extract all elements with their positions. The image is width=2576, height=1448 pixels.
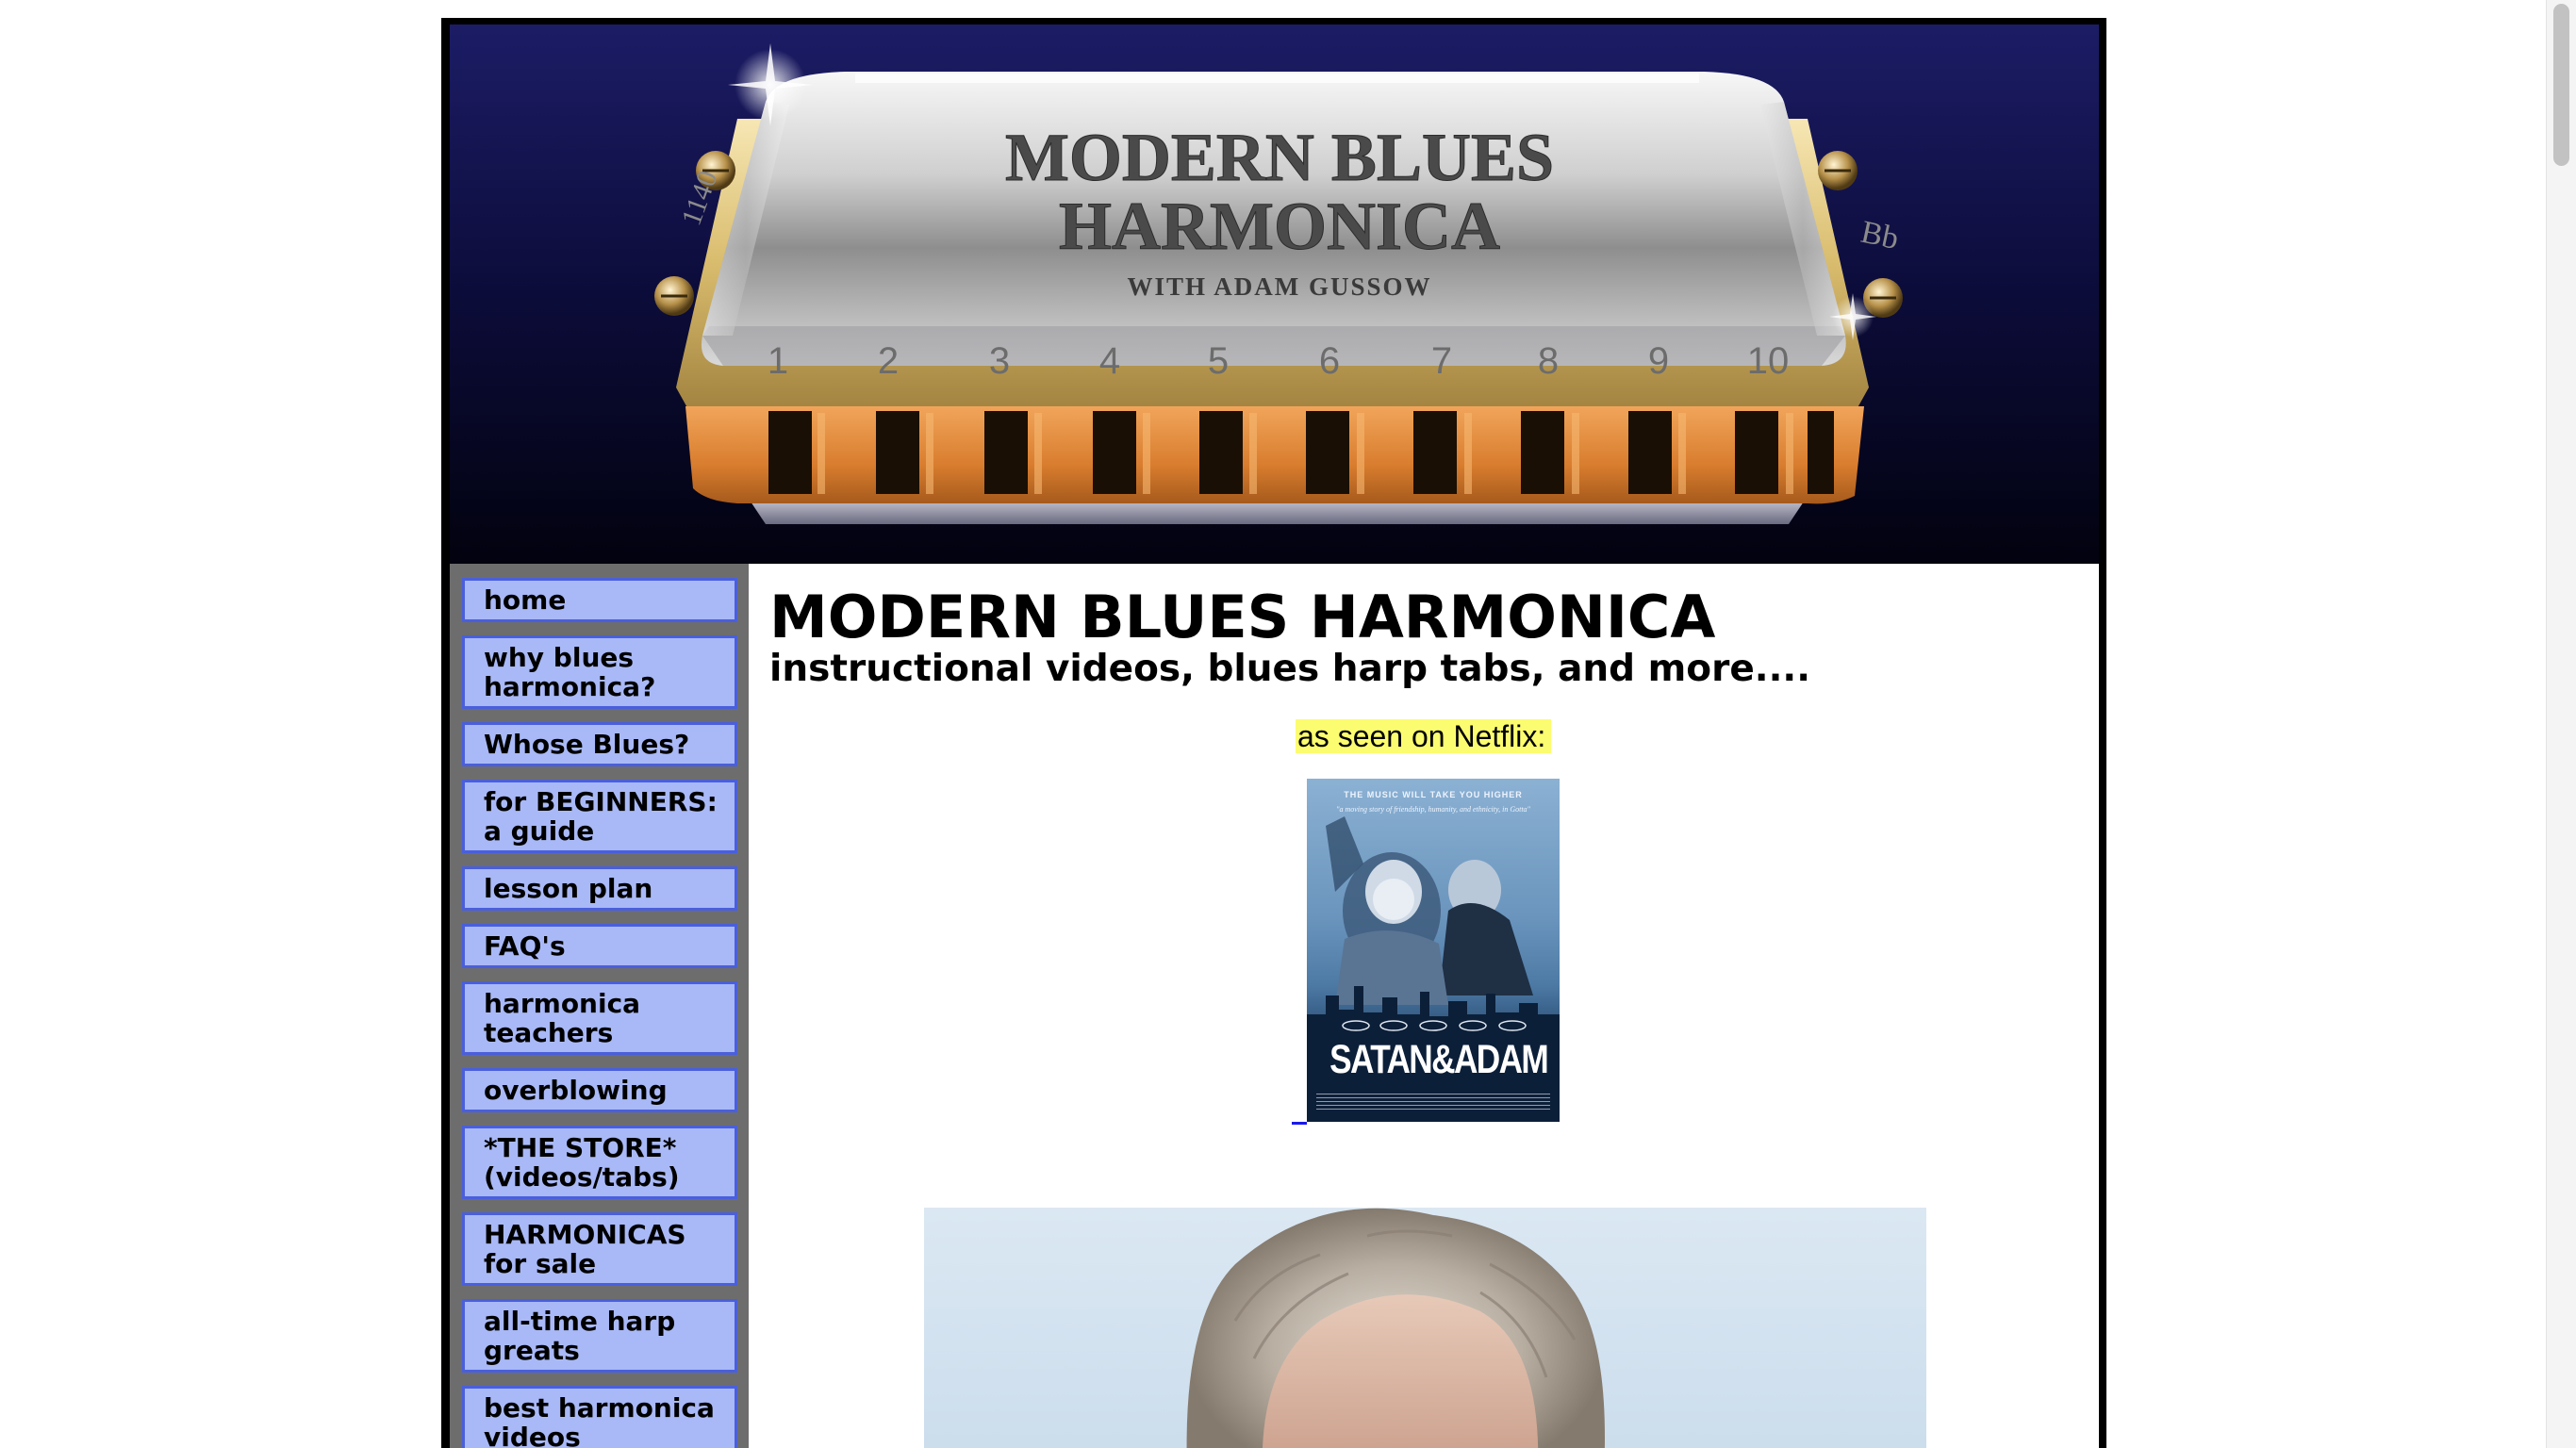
hole-number: 5 <box>1208 340 1229 382</box>
nav-item-label: for sale <box>484 1248 597 1279</box>
nav-item-label: FAQ's <box>484 930 566 962</box>
netflix-note: as seen on Netflix: <box>1296 719 1552 753</box>
nav-item-label: all-time harp <box>484 1306 676 1337</box>
nav-item-label: videos <box>484 1422 581 1448</box>
nav-item-label: a guide <box>484 815 595 847</box>
nav-item-label: harmonica <box>484 988 641 1019</box>
nav-item-label: home <box>484 584 567 616</box>
nav-item-label: harmonica? <box>484 671 656 702</box>
nav-item-home[interactable]: home <box>462 578 737 622</box>
nav-item-label: lesson plan <box>484 873 653 904</box>
nav-item-harmonicas-for-sale[interactable]: HARMONICAS for sale <box>462 1212 737 1286</box>
main-content: MODERN BLUES HARMONICA instructional vid… <box>749 564 2099 1448</box>
vertical-scrollbar[interactable] <box>2546 0 2576 1448</box>
nav-item-whose-blues[interactable]: Whose Blues? <box>462 722 737 766</box>
hole-number: 7 <box>1431 340 1452 382</box>
nav-item-lesson-plan[interactable]: lesson plan <box>462 866 737 911</box>
link-underline <box>1292 1122 1307 1125</box>
harmonica-banner-logo: MODERN BLUES HARMONICA WITH ADAM GUSSOW … <box>450 25 2099 564</box>
nav-item-faqs[interactable]: FAQ's <box>462 924 737 968</box>
hole-number: 2 <box>878 340 899 382</box>
poster-credits <box>1316 1094 1550 1112</box>
nav-item-harmonica-teachers[interactable]: harmonica teachers <box>462 981 737 1055</box>
hole-number: 9 <box>1648 340 1669 382</box>
nav-item-label: Whose Blues? <box>484 729 690 760</box>
hole-number: 4 <box>1099 340 1120 382</box>
hole-number: 8 <box>1538 340 1559 382</box>
hole-number: 10 <box>1747 340 1790 382</box>
banner-byline: WITH ADAM GUSSOW <box>1127 272 1431 301</box>
hole-number: 1 <box>768 340 788 382</box>
nav-item-label: *THE STORE* <box>484 1132 677 1163</box>
nav-item-the-store[interactable]: *THE STORE* (videos/tabs) <box>462 1126 737 1199</box>
scrollbar-thumb[interactable] <box>2553 4 2569 166</box>
hole-number: 3 <box>989 340 1010 382</box>
nav-item-all-time-harp-greats[interactable]: all-time harp greats <box>462 1299 737 1373</box>
nav-item-why-blues-harmonica[interactable]: why blues harmonica? <box>462 635 737 709</box>
page-title: MODERN BLUES HARMONICA <box>769 583 1716 651</box>
nav-item-label: why blues <box>484 642 635 673</box>
nav-item-overblowing[interactable]: overblowing <box>462 1068 737 1112</box>
page-subtitle: instructional videos, blues harp tabs, a… <box>769 648 1811 690</box>
banner-title-line1: MODERN BLUES <box>1005 120 1554 195</box>
poster-title: SATAN&ADAM <box>1329 1037 1549 1082</box>
nav-item-label: HARMONICAS <box>484 1219 686 1250</box>
sidebar-nav: home why blues harmonica? Whose Blues? f… <box>450 564 749 1448</box>
portrait-image <box>1186 1208 1605 1448</box>
satan-and-adam-poster[interactable]: THE MUSIC WILL TAKE YOU HIGHER "a moving… <box>1307 779 1560 1122</box>
banner[interactable]: MODERN BLUES HARMONICA WITH ADAM GUSSOW … <box>450 25 2099 564</box>
nav-item-label: best harmonica <box>484 1392 715 1423</box>
nav-item-label: greats <box>484 1335 580 1366</box>
nav-item-label: for BEGINNERS: <box>484 786 718 817</box>
poster-quote: "a moving story of friendship, humanity,… <box>1336 805 1530 814</box>
nav-item-label: teachers <box>484 1017 614 1048</box>
banner-title-line2: HARMONICA <box>1059 189 1500 264</box>
poster-tagline: THE MUSIC WILL TAKE YOU HIGHER <box>1344 790 1523 799</box>
nav-item-beginners-guide[interactable]: for BEGINNERS: a guide <box>462 780 737 853</box>
nav-item-best-harmonica-videos[interactable]: best harmonica videos <box>462 1386 737 1448</box>
hole-number: 6 <box>1319 340 1340 382</box>
nav-item-label: overblowing <box>484 1075 668 1106</box>
adam-gussow-portrait <box>924 1208 1926 1448</box>
nav-item-label: (videos/tabs) <box>484 1161 680 1193</box>
page: MODERN BLUES HARMONICA WITH ADAM GUSSOW … <box>0 0 2576 1448</box>
